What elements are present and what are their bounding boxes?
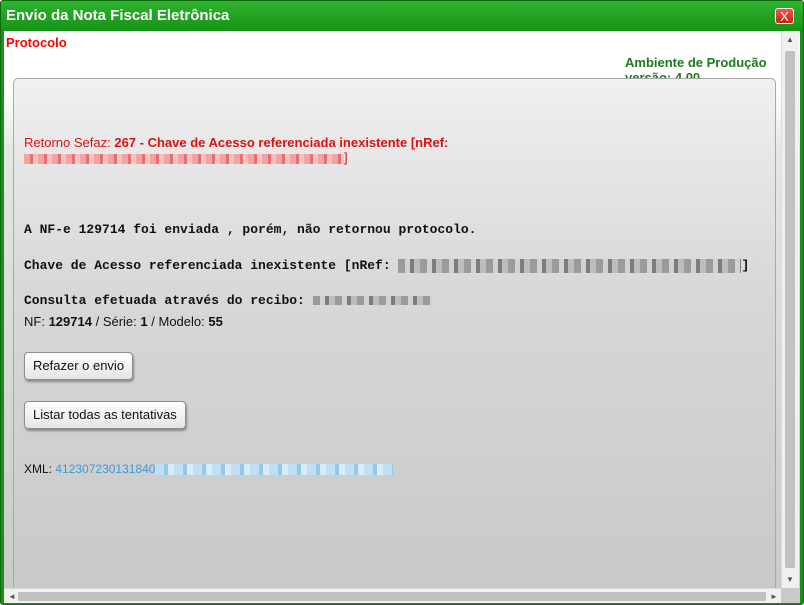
redacted-recibo <box>312 296 432 306</box>
xml-label: XML: <box>24 462 53 476</box>
horizontal-scrollbar[interactable]: ◄ ► <box>4 588 781 603</box>
protocolo-heading: Protocolo <box>6 35 67 50</box>
modelo-label: / Modelo: <box>151 314 205 329</box>
scroll-right-icon[interactable]: ► <box>770 593 778 601</box>
xml-line: XML: 412307230131840 <box>24 462 394 476</box>
horizontal-scroll-thumb[interactable] <box>18 592 766 601</box>
close-icon: X <box>780 9 789 24</box>
vertical-scrollbar[interactable]: ▲ ▼ <box>781 31 799 588</box>
retorno-label: Retorno Sefaz: <box>24 135 111 150</box>
listar-tentativas-button[interactable]: Listar todas as tentativas <box>24 401 186 429</box>
redacted-nref <box>24 153 344 164</box>
dialog-window: Envio da Nota Fiscal Eletrônica X Protoc… <box>0 0 804 605</box>
nf-number: 129714 <box>48 314 92 329</box>
chave-acesso-message: Chave de Acesso referenciada inexistente… <box>24 258 749 273</box>
serie-label: / Série: <box>95 314 137 329</box>
consulta-prefix: Consulta efetuada através do recibo: <box>24 293 305 308</box>
modelo-value: 55 <box>208 314 223 329</box>
retorno-sefaz: Retorno Sefaz: 267 - Chave de Acesso ref… <box>24 135 464 165</box>
xml-link-text: 412307230131840 <box>55 462 156 476</box>
window-title: Envio da Nota Fiscal Eletrônica <box>6 7 230 24</box>
redacted-chave <box>398 258 742 273</box>
chave-prefix: Chave de Acesso referenciada inexistente… <box>24 258 391 273</box>
ambiente-label: Ambiente de Produção <box>625 55 767 70</box>
chave-suffix: ] <box>741 258 750 273</box>
nf-label: NF: <box>24 314 45 329</box>
serie-value: 1 <box>140 314 148 329</box>
dialog-content: Protocolo Ambiente de Produção versão: 4… <box>4 31 800 603</box>
scroll-down-icon[interactable]: ▼ <box>786 576 794 584</box>
retorno-closing: ] <box>344 150 348 165</box>
nf-details: NF: 129714 / Série: 1 / Modelo: 55 <box>24 314 223 329</box>
redacted-xml-key <box>155 464 394 476</box>
scroll-left-icon[interactable]: ◄ <box>8 593 16 601</box>
nfe-enviada-message: A NF-e 129714 foi enviada , porém, não r… <box>24 222 477 237</box>
vertical-scroll-thumb[interactable] <box>785 51 795 568</box>
close-button[interactable]: X <box>775 8 794 24</box>
refazer-envio-button[interactable]: Refazer o envio <box>24 352 134 380</box>
xml-link[interactable]: 412307230131840 <box>55 462 394 476</box>
title-bar[interactable]: Envio da Nota Fiscal Eletrônica X <box>1 1 803 31</box>
scroll-up-icon[interactable]: ▲ <box>786 36 794 44</box>
retorno-message: 267 - Chave de Acesso referenciada inexi… <box>114 135 449 150</box>
consulta-recibo-message: Consulta efetuada através do recibo: <box>24 293 432 308</box>
